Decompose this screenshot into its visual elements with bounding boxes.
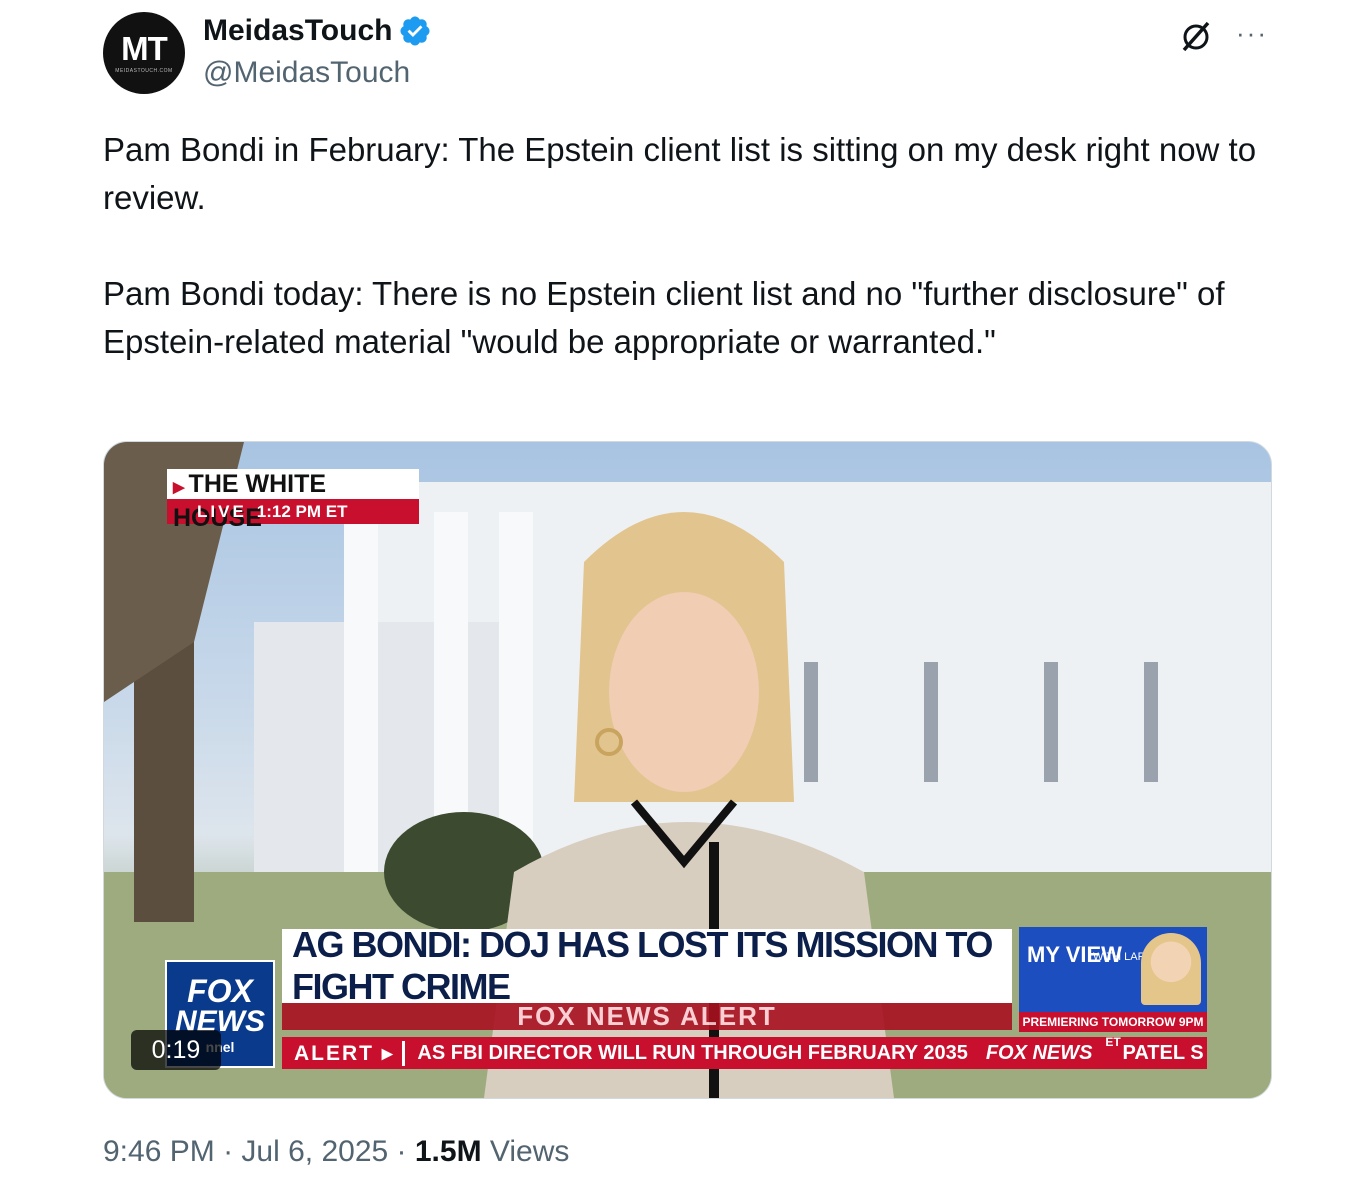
chyron-headline: AG BONDI: DOJ HAS LOST ITS MISSION TO FI…	[282, 924, 1012, 1007]
verified-badge-icon	[400, 16, 430, 46]
avatar-subtext: MEIDASTOUCH.COM	[115, 68, 173, 74]
network-logo-line1: FOX	[187, 972, 253, 1009]
tweet-meta: 9:46 PM · Jul 6, 2025 · 1.5M Views	[103, 1135, 569, 1169]
alert-strip: FOX NEWS ALERT	[282, 1003, 1012, 1030]
ticker-brand: FOX NEWS	[985, 1041, 1093, 1064]
promo-footer: PREMIERING TOMORROW 9PM ET	[1019, 1012, 1207, 1049]
tweet-time[interactable]: 9:46 PM	[103, 1135, 215, 1168]
views-label: Views	[489, 1135, 570, 1168]
location-lower-third: ▶THE WHITE HOUSE LIVE 1:12 PM ET	[167, 469, 419, 532]
author-display-name[interactable]: MeidasTouch	[203, 14, 392, 48]
grok-icon[interactable]	[1178, 18, 1214, 54]
ticker-text: AS FBI DIRECTOR WILL RUN THROUGH FEBRUAR…	[417, 1041, 968, 1064]
play-triangle-icon: ▶	[173, 479, 185, 496]
promo-box: MY VIEW WITH LARA TRUMP PREMIERING TOMOR…	[1019, 927, 1207, 1049]
avatar[interactable]: MT MEIDASTOUCH.COM	[103, 12, 185, 94]
news-ticker: ALERT ▸ AS FBI DIRECTOR WILL RUN THROUGH…	[282, 1037, 1207, 1069]
location-label: ▶THE WHITE HOUSE	[167, 469, 419, 532]
ticker-label: ALERT ▸	[282, 1040, 406, 1066]
author-handle[interactable]: @MeidasTouch	[203, 56, 410, 90]
author-name-row: MeidasTouch	[203, 14, 432, 48]
video-duration-badge: 0:19	[131, 1030, 221, 1070]
tweet-paragraph: Pam Bondi in February: The Epstein clien…	[103, 131, 1257, 216]
ticker-next: PATEL S	[1122, 1041, 1204, 1064]
tweet-text: Pam Bondi in February: The Epstein clien…	[103, 126, 1273, 366]
tweet-paragraph: Pam Bondi today: There is no Epstein cli…	[103, 275, 1225, 360]
live-time: 1:12 PM ET	[256, 502, 348, 521]
meta-separator: ·	[223, 1135, 242, 1168]
tweet-date[interactable]: Jul 6, 2025	[241, 1135, 388, 1168]
views-count: 1.5M	[414, 1135, 482, 1168]
meta-separator: ·	[396, 1135, 415, 1168]
live-bar: LIVE 1:12 PM ET	[167, 499, 419, 524]
live-label: LIVE	[197, 502, 247, 521]
promo-host-image	[1141, 933, 1201, 1005]
more-options-icon[interactable]: ···	[1236, 18, 1268, 48]
avatar-monogram: MT	[121, 30, 168, 67]
